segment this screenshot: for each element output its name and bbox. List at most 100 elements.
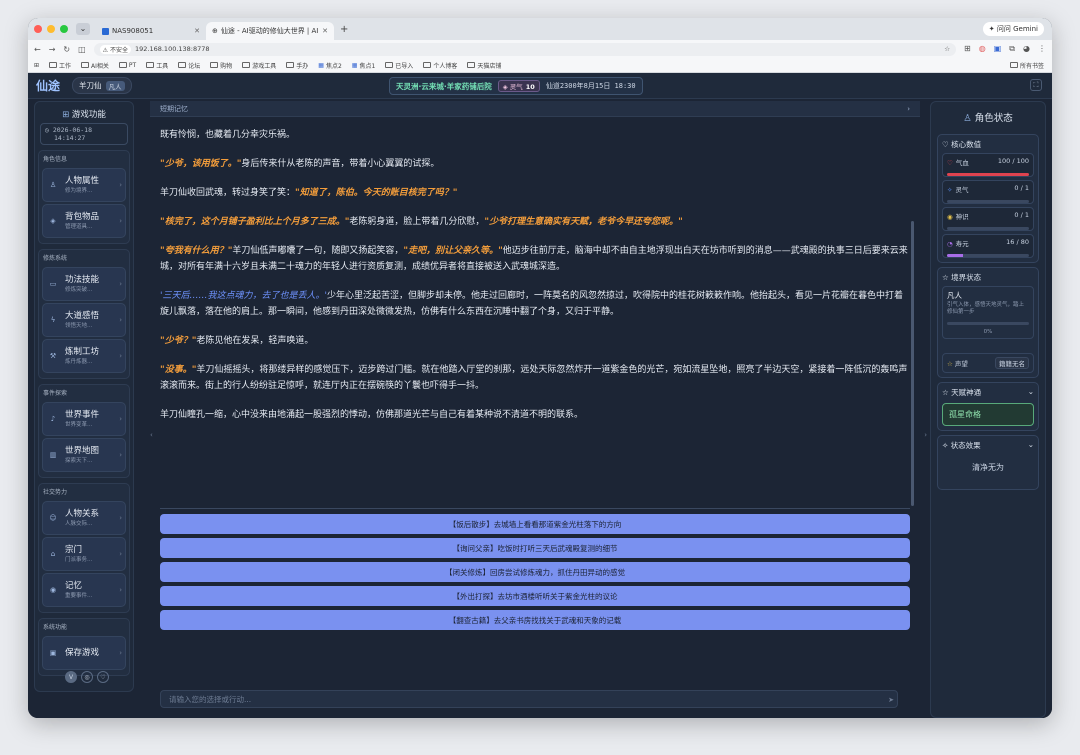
menu-item[interactable]: ▥ 世界地图 探索天下… › (42, 438, 126, 472)
bookmark-star-icon[interactable]: ☆ (944, 45, 950, 53)
extension-icon[interactable]: ▣ (994, 44, 1002, 54)
bookmark-folder[interactable]: 个人博客 (423, 61, 457, 70)
menu-item[interactable]: ϟ 大道感悟 领悟天地… › (42, 303, 126, 337)
choice-button[interactable]: 【饭后散步】去城墙上看看那道紫金光柱落下的方向 (160, 514, 910, 534)
menu-item-subtitle: 领悟天地… (65, 323, 93, 329)
bookmark-folder[interactable]: PT (118, 62, 136, 69)
browser-window: ⌄ NAS908051 ✕ ⊕ 仙途 - AI驱动的修仙大世界 | AI ✕ + … (28, 18, 1052, 718)
dialogue-text: "走吧，别让父亲久等。" (403, 246, 503, 256)
profile-avatar-icon[interactable]: ◕ (1023, 44, 1030, 54)
mind-icon: ◉ (947, 213, 953, 221)
bookmark-folder[interactable]: 已导入 (385, 61, 413, 70)
collapse-left-icon[interactable]: ‹ (150, 431, 153, 439)
bookmark-folder[interactable]: 工具 (146, 61, 168, 70)
menu-item[interactable]: ⌂ 宗门 门派事务… › (42, 537, 126, 571)
folder-icon (423, 62, 432, 68)
sidebar-icon[interactable]: ◫ (78, 45, 86, 54)
gemini-button[interactable]: ✦ 问问 Gemini (982, 22, 1044, 36)
version-icon[interactable]: V (65, 671, 77, 683)
menu-item[interactable]: ⚒ 炼制工坊 炼丹炼器… › (42, 339, 126, 373)
left-sidebar: ⊞ 游戏功能 ◷ 2026-06-18 14:14:27 角色信息 ♙ 人物属性 修为… (34, 101, 134, 692)
tab-nas[interactable]: NAS908051 ✕ (96, 22, 206, 40)
bookmark-folder[interactable]: 手办 (286, 61, 308, 70)
stat-label-wrap: ✧ 灵气 (947, 184, 968, 194)
chevron-right-icon: › (119, 352, 122, 360)
security-warning[interactable]: ⚠ 不安全 (99, 44, 131, 54)
choice-button[interactable]: 【翻查古籍】去父亲书房找找关于武魂和天象的记载 (160, 610, 910, 630)
action-input[interactable]: 请输入您的选择或行动... (160, 690, 898, 708)
tab-list-button[interactable]: ⌄ (76, 23, 90, 35)
stat-bar (947, 200, 1029, 203)
talent-name[interactable]: 孤星命格 (942, 403, 1034, 426)
extension-icon[interactable]: ◍ (979, 44, 986, 54)
back-icon[interactable]: ← (34, 45, 41, 54)
fullscreen-icon[interactable]: ⛶ (1030, 79, 1042, 91)
minimize-window-button[interactable] (47, 25, 55, 33)
bookmark-folder[interactable]: 游戏工具 (242, 61, 276, 70)
github-icon[interactable]: ◎ (81, 671, 93, 683)
talent-card[interactable]: ☆ 天赋神通 ⌄ 孤星命格 (937, 382, 1039, 431)
bookmark-folder[interactable]: 天猫店铺 (467, 61, 501, 70)
menu-item[interactable]: ▣ 保存游戏 › (42, 636, 126, 670)
menu-item[interactable]: ◉ 记忆 重要事件… › (42, 573, 126, 607)
dialogue-text: "少爷打理生意确实有天赋，老爷今早还夸您呢。" (484, 217, 683, 227)
all-bookmarks[interactable]: 所有书签 (1009, 61, 1044, 70)
chevron-down-icon[interactable]: ⌄ (1028, 440, 1034, 451)
game-logo: 仙途 (36, 79, 61, 93)
bookmark-folder[interactable]: 工作 (49, 61, 71, 70)
folder-icon (49, 62, 58, 68)
story-scrollbar[interactable] (911, 221, 914, 506)
new-tab-button[interactable]: + (340, 24, 348, 35)
menu-item-subtitle: 修为境界… (65, 188, 93, 194)
memory-header[interactable]: 短期记忆 › (150, 101, 920, 117)
narration-text: 既有怜悯，也藏着几分幸灾乐祸。 (160, 130, 296, 140)
menu-item[interactable]: ▭ 功法技能 修炼突破… › (42, 267, 126, 301)
realm-card: ☆ 境界状态 凡人 引气入体，感悟天地灵气，踏上修仙第一步 0% ☆ 声望 籍籍… (937, 267, 1039, 378)
menu-item-text: 炼制工坊 炼丹炼器… (65, 347, 99, 365)
menu-item[interactable]: ♙ 人物属性 修为境界… › (42, 168, 126, 202)
menu-group-title: 社交势力 (43, 489, 68, 496)
menu-item[interactable]: ♪ 世界事件 世界变革… › (42, 402, 126, 436)
send-icon[interactable]: ➤ (888, 696, 894, 704)
memory-icon: ◉ (49, 586, 57, 594)
extension-icon[interactable]: ⊞ (964, 44, 971, 54)
menu-kebab-icon[interactable]: ⋮ (1038, 44, 1046, 54)
fame-value: 籍籍无名 (995, 357, 1029, 369)
url-field[interactable]: ⚠ 不安全 192.168.100.138:8778 ☆ (93, 42, 957, 56)
reload-icon[interactable]: ↻ (63, 45, 70, 54)
close-tab-icon[interactable]: ✕ (194, 27, 200, 35)
forward-icon[interactable]: → (49, 45, 56, 54)
choice-button[interactable]: 【闭关修炼】回房尝试修炼魂力，抓住丹田异动的感觉 (160, 562, 910, 582)
close-window-button[interactable] (34, 25, 42, 33)
collapse-right-icon[interactable]: › (924, 431, 927, 439)
bookmark-folder[interactable]: 购物 (210, 61, 232, 70)
tab-xiantu[interactable]: ⊕ 仙途 - AI驱动的修仙大世界 | AI ✕ (206, 22, 334, 40)
heart-outline-icon: ♡ (942, 140, 949, 149)
chevron-right-icon: › (119, 451, 122, 459)
menu-groups: 角色信息 ♙ 人物属性 修为境界… › ◈ 背包物品 管理道具… › 修炼系统 ▭ 功法技能 修炼突破…… (35, 150, 133, 676)
menu-item-text: 世界地图 探索天下… (65, 446, 99, 464)
bookmark-favicon-icon: ▦ (318, 61, 324, 69)
bookmark-link[interactable]: ▦ 焦点1 (352, 61, 376, 70)
heart-icon[interactable]: ♡ (97, 671, 109, 683)
menu-group-title: 事件探索 (43, 390, 68, 397)
close-tab-icon[interactable]: ✕ (322, 27, 328, 35)
menu-item[interactable]: ◈ 背包物品 管理道具… › (42, 204, 126, 238)
bookmarks-bar: ⊞ 工作 AI相关 PT 工具 论坛 购物 游戏工具 手办 ▦ 焦点2 ▦ 焦点1 … (28, 58, 1052, 73)
folder-icon (467, 62, 476, 68)
menu-item[interactable]: ☺ 人物关系 人脉交际… › (42, 501, 126, 535)
real-clock: ◷ 2026-06-18 14:14:27 (40, 123, 128, 145)
bookmark-link[interactable]: ▦ 焦点2 (318, 61, 342, 70)
bookmark-folder[interactable]: AI相关 (81, 61, 109, 70)
choice-button[interactable]: 【外出打探】去坊市酒楼听听关于紫金光柱的议论 (160, 586, 910, 606)
apps-grid-icon[interactable]: ⊞ (34, 62, 39, 69)
player-badge[interactable]: 羊刀仙 凡人 (72, 77, 132, 94)
realm-title: 境界状态 (951, 273, 982, 282)
extensions-puzzle-icon[interactable]: ⧉ (1009, 44, 1015, 54)
chevron-down-icon[interactable]: ⌄ (1028, 387, 1034, 398)
menu-item-title: 背包物品 (65, 212, 100, 222)
bookmark-folder[interactable]: 论坛 (178, 61, 200, 70)
maximize-window-button[interactable] (60, 25, 68, 33)
menu-item-title: 大道感悟 (65, 311, 100, 321)
choice-button[interactable]: 【询问父亲】吃饭时打听三天后武魂殿复测的细节 (160, 538, 910, 558)
